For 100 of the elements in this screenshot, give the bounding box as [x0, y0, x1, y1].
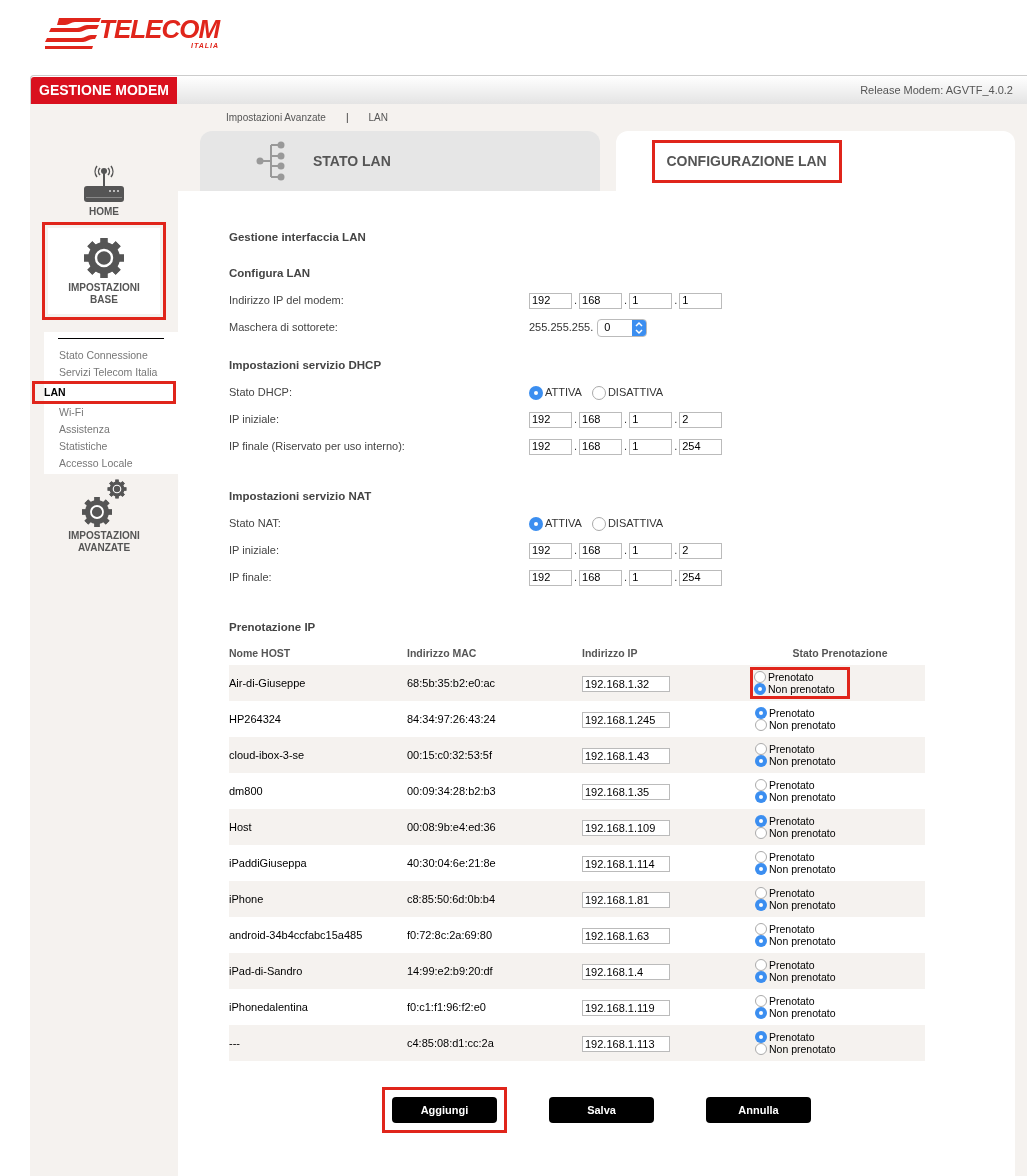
- radio-unselected[interactable]: [755, 851, 767, 863]
- radio-unselected[interactable]: [755, 923, 767, 935]
- ip-octet-field[interactable]: 192: [529, 569, 572, 586]
- radio-selected[interactable]: [755, 971, 767, 983]
- radio-label: DISATTIVA: [607, 516, 664, 532]
- radio-selected[interactable]: [755, 863, 767, 875]
- radio-unselected[interactable]: [754, 671, 766, 683]
- sidebar-link[interactable]: Accesso Locale: [44, 455, 178, 472]
- ip-octet-field[interactable]: 192: [529, 542, 572, 559]
- reservation-option-label: Prenotato: [768, 671, 814, 683]
- action-button[interactable]: Annulla: [706, 1097, 811, 1123]
- ip-octet-field[interactable]: 1: [629, 411, 673, 428]
- ip-address-field[interactable]: 192.168.1.35: [582, 784, 670, 801]
- ip-octet-field[interactable]: 168: [579, 292, 623, 309]
- mac-address: f0:72:8c:2a:69:80: [407, 927, 493, 943]
- radio-unselected[interactable]: [755, 887, 767, 899]
- radio-unselected[interactable]: [755, 743, 767, 755]
- ip-address-field[interactable]: 192.168.1.43: [582, 748, 670, 765]
- reservation-option-label: Non prenotato: [769, 791, 836, 803]
- dot-separator: .: [623, 439, 629, 455]
- section-title: Impostazioni servizio NAT: [229, 489, 373, 504]
- ip-address-field[interactable]: 192.168.1.119: [582, 1000, 670, 1017]
- action-button[interactable]: Aggiungi: [392, 1097, 497, 1124]
- sidebar-section-label: IMPOSTAZIONI AVANZATE: [67, 530, 141, 554]
- field-label: IP finale:: [229, 570, 273, 586]
- gear-icon: [82, 236, 126, 280]
- radio-selected[interactable]: [754, 683, 766, 695]
- ip-octet-field[interactable]: 254: [679, 438, 723, 455]
- radio-unselected[interactable]: [755, 995, 767, 1007]
- sidebar-link[interactable]: LAN: [44, 384, 173, 401]
- radio-selected[interactable]: [529, 385, 543, 400]
- radio-unselected[interactable]: [755, 779, 767, 791]
- ip-octet-field[interactable]: 2: [679, 542, 723, 559]
- sidebar-section[interactable]: IMPOSTAZIONI AVANZATE: [30, 474, 178, 558]
- radio-unselected[interactable]: [755, 959, 767, 971]
- header-tab[interactable]: GESTIONE MODEM: [31, 77, 177, 104]
- field-label: IP iniziale:: [229, 543, 280, 559]
- reservation-option-label: Prenotato: [769, 851, 815, 863]
- ip-octet-field[interactable]: 192: [529, 411, 572, 428]
- radio-selected[interactable]: [755, 755, 767, 767]
- ip-octet-field[interactable]: 1: [629, 542, 673, 559]
- ip-octet-field[interactable]: 168: [579, 569, 623, 586]
- breadcrumb-separator: |: [345, 111, 349, 125]
- sidebar-section[interactable]: HOME: [30, 156, 178, 222]
- radio-selected[interactable]: [755, 1031, 767, 1043]
- ip-address-field[interactable]: 192.168.1.245: [582, 712, 670, 729]
- ip-octet-field[interactable]: 1: [629, 569, 673, 586]
- ip-octet-field[interactable]: 168: [579, 411, 623, 428]
- radio-unselected[interactable]: [755, 719, 767, 731]
- ip-octet-field[interactable]: 1: [629, 438, 673, 455]
- ip-address-field[interactable]: 192.168.1.114: [582, 856, 670, 873]
- radio-selected[interactable]: [755, 899, 767, 911]
- sidebar-link[interactable]: Servizi Telecom Italia: [44, 364, 178, 381]
- ip-octet-field[interactable]: 1: [679, 292, 723, 309]
- breadcrumb-current: LAN: [368, 111, 388, 125]
- radio-selected[interactable]: [755, 815, 767, 827]
- dot-separator: .: [673, 412, 679, 428]
- ip-octet-field[interactable]: 192: [529, 438, 572, 455]
- ip-address-field[interactable]: 192.168.1.4: [582, 964, 670, 981]
- ip-octet-field[interactable]: 168: [579, 438, 623, 455]
- radio-unselected[interactable]: [755, 1043, 767, 1055]
- sidebar-section[interactable]: IMPOSTAZIONI BASE: [48, 228, 160, 314]
- tab[interactable]: CONFIGURAZIONE LAN: [615, 131, 1015, 191]
- tab[interactable]: STATO LAN: [200, 131, 600, 191]
- host-name: iPad-di-Sandro: [229, 963, 304, 979]
- radio-selected[interactable]: [755, 935, 767, 947]
- page-title: Gestione interfaccia LAN: [229, 230, 367, 245]
- stepper-icon: [632, 319, 647, 336]
- radio-selected[interactable]: [755, 707, 767, 719]
- radio-selected[interactable]: [755, 1007, 767, 1019]
- ip-address-field[interactable]: 192.168.1.32: [582, 676, 670, 693]
- ip-octet-field[interactable]: 192: [529, 292, 572, 309]
- breadcrumb-link[interactable]: Impostazioni Avanzate: [226, 110, 326, 125]
- reservation-option-label: Non prenotato: [768, 683, 835, 695]
- ip-address-field[interactable]: 192.168.1.81: [582, 892, 670, 909]
- action-button[interactable]: Salva: [549, 1097, 654, 1123]
- ip-octet-field[interactable]: 168: [579, 542, 623, 559]
- ip-address-field[interactable]: 192.168.1.113: [582, 1036, 670, 1053]
- mac-address: c8:85:50:6d:0b:b4: [407, 891, 497, 907]
- radio-unselected[interactable]: [591, 516, 606, 531]
- field-label: Stato DHCP:: [229, 385, 293, 401]
- reservation-option-label: Prenotato: [769, 815, 815, 827]
- radio-selected[interactable]: [755, 791, 767, 803]
- radio-label: DISATTIVA: [607, 385, 664, 401]
- ip-octet-field[interactable]: 1: [629, 292, 673, 309]
- mask-select[interactable]: 0: [597, 318, 648, 337]
- ip-octet-field[interactable]: 2: [679, 411, 723, 428]
- ip-address-field[interactable]: 192.168.1.109: [582, 820, 670, 837]
- sidebar-link[interactable]: Statistiche: [44, 438, 178, 455]
- radio-unselected[interactable]: [755, 827, 767, 839]
- sidebar-link[interactable]: Wi-Fi: [44, 404, 178, 421]
- radio-unselected[interactable]: [591, 385, 606, 400]
- ip-address-field[interactable]: 192.168.1.63: [582, 928, 670, 945]
- ip-octet-field[interactable]: 254: [679, 569, 723, 586]
- sidebar-link[interactable]: Stato Connessione: [44, 347, 178, 364]
- column-header: Indirizzo IP: [582, 646, 639, 662]
- reservation-option-label: Non prenotato: [769, 1007, 836, 1019]
- sidebar-link[interactable]: Assistenza: [44, 421, 178, 438]
- dot-separator: .: [623, 570, 629, 586]
- radio-selected[interactable]: [529, 516, 543, 531]
